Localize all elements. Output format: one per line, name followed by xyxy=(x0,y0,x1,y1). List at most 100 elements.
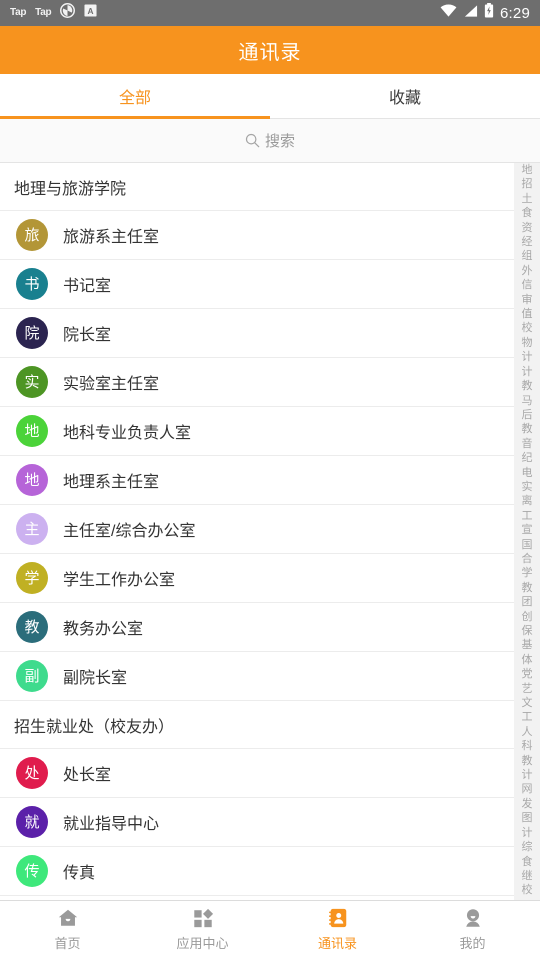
nav-item-home-label: 首页 xyxy=(54,936,81,951)
index-bar-letter[interactable]: 离 xyxy=(522,496,533,510)
index-bar-letter[interactable]: 综 xyxy=(522,841,533,856)
index-bar-letter[interactable]: 学 xyxy=(522,568,533,582)
index-bar-letter[interactable]: 创 xyxy=(522,611,533,626)
contact-row-label: 副院长室 xyxy=(63,670,128,687)
contact-row[interactable]: 学学生工作办公室 xyxy=(0,554,540,603)
nav-item-home[interactable]: 首页 xyxy=(0,901,135,958)
avatar: 实 xyxy=(16,366,48,398)
index-bar-letter[interactable]: 宣 xyxy=(522,524,533,539)
index-bar-letter[interactable]: 计 xyxy=(522,769,533,784)
contact-row[interactable]: 书书记室 xyxy=(0,260,540,309)
contact-row[interactable]: 地地理系主任室 xyxy=(0,456,540,505)
section-header: 招生就业处（校友办） xyxy=(0,701,540,749)
home-icon xyxy=(57,907,79,929)
index-bar-letter[interactable]: 纪 xyxy=(522,452,533,467)
search-icon xyxy=(245,133,260,148)
tab-bar: 全部 收藏 xyxy=(0,74,540,119)
status-bar-right: 6:29 xyxy=(440,3,530,23)
index-bar-letter[interactable]: 校 xyxy=(522,885,533,899)
grid-apps-icon xyxy=(192,907,214,929)
index-bar-letter[interactable]: 党 xyxy=(522,669,533,683)
tap-badge-2: Tap xyxy=(35,7,52,18)
contact-row-label: 地科专业负责人室 xyxy=(63,425,192,442)
app-root: Tap Tap A 6:29 通讯录 全部 收藏 搜索 地理与旅游学院 旅 旅游… xyxy=(0,0,540,958)
contacts-icon xyxy=(327,907,349,929)
index-bar-letter[interactable]: 艺 xyxy=(522,683,533,698)
index-bar-letter[interactable]: 食 xyxy=(522,856,533,871)
index-bar-letter[interactable]: 计 xyxy=(522,827,533,842)
tab-all[interactable]: 全部 xyxy=(0,74,270,119)
svg-text:A: A xyxy=(88,6,94,16)
index-bar-letter[interactable]: 网 xyxy=(522,784,533,798)
contact-list: 地理与旅游学院旅旅游系主任室书书记室院院长室实实验室主任室地地科专业负责人室地地… xyxy=(0,163,540,900)
index-bar-letter[interactable]: 招 xyxy=(522,179,533,193)
contact-row[interactable]: 就就业指导中心 xyxy=(0,798,540,847)
search-bar[interactable]: 搜索 xyxy=(0,119,540,163)
index-bar-letter[interactable]: 电 xyxy=(522,467,533,482)
index-bar-letter[interactable]: 马 xyxy=(522,395,533,410)
avatar: 地 xyxy=(16,464,48,496)
index-bar-letter[interactable]: 基 xyxy=(522,640,533,654)
index-bar-letter[interactable]: 教 xyxy=(522,380,533,395)
contact-row[interactable]: 传传真 xyxy=(0,847,540,896)
bottom-nav-bar: 首页 应用中心 通讯录 我的 xyxy=(0,900,540,958)
alphabet-index-bar[interactable]: 地招土食资经组外信审值校物计计教马后教音纪电实离工宣国合学教团创保基体党艺文工人… xyxy=(514,163,540,900)
index-bar-letter[interactable]: 校 xyxy=(522,323,533,337)
nav-item-app-center[interactable]: 应用中心 xyxy=(135,901,270,958)
wifi-icon xyxy=(440,4,457,23)
tap-badge-1: Tap xyxy=(10,7,27,18)
avatar: 就 xyxy=(16,806,48,838)
shutter-icon xyxy=(60,3,76,23)
person-icon xyxy=(462,907,484,929)
contact-row[interactable]: 地地科专业负责人室 xyxy=(0,407,540,456)
avatar: 副 xyxy=(16,660,48,692)
avatar: 主 xyxy=(16,513,48,545)
contact-row[interactable]: 主主任室/综合办公室 xyxy=(0,505,540,554)
contact-row[interactable]: 副副院长室 xyxy=(0,652,540,701)
avatar: 旅 xyxy=(16,219,48,251)
battery-icon xyxy=(484,3,494,23)
nav-item-mine[interactable]: 我的 xyxy=(405,901,540,958)
nav-item-contacts[interactable]: 通讯录 xyxy=(270,901,405,958)
index-bar-letter[interactable]: 计 xyxy=(522,352,533,366)
index-bar-letter[interactable]: 文 xyxy=(522,697,533,712)
index-bar-letter[interactable]: 团 xyxy=(522,597,533,611)
contact-row[interactable]: 实实验室主任室 xyxy=(0,358,540,407)
contact-row-label: 地理系主任室 xyxy=(63,474,160,491)
contact-row-label: 教务办公室 xyxy=(63,621,144,638)
index-bar-letter[interactable]: 计 xyxy=(522,366,533,381)
contact-row-label: 实验室主任室 xyxy=(63,376,160,393)
contact-row[interactable]: 院院长室 xyxy=(0,309,540,358)
section-header-label: 招生就业处（校友办） xyxy=(14,718,175,736)
contact-row-label: 书记室 xyxy=(63,278,112,295)
section-header-label: 地理与旅游学院 xyxy=(14,180,127,198)
index-bar-letter[interactable]: 音 xyxy=(522,438,533,453)
index-bar-letter[interactable]: 国 xyxy=(522,539,533,554)
title-bar: 通讯录 xyxy=(0,26,540,74)
page-title: 通讯录 xyxy=(238,41,302,64)
index-bar-letter[interactable]: 资 xyxy=(522,222,533,237)
index-bar-letter[interactable]: 信 xyxy=(522,280,533,294)
nav-item-mine-label: 我的 xyxy=(459,936,486,951)
index-bar-letter[interactable]: 图 xyxy=(522,813,533,827)
search-input[interactable]: 搜索 xyxy=(265,130,295,151)
nav-item-contacts-label: 通讯录 xyxy=(317,936,357,951)
contact-row[interactable]: 教教务办公室 xyxy=(0,603,540,652)
avatar: 处 xyxy=(16,757,48,789)
tab-favorites[interactable]: 收藏 xyxy=(270,74,540,118)
a-app-icon: A xyxy=(84,4,97,22)
index-bar-letter[interactable]: 审 xyxy=(522,294,533,309)
contact-row[interactable]: 处处长室 xyxy=(0,749,540,798)
index-bar-letter[interactable]: 工 xyxy=(522,712,533,726)
status-bar: Tap Tap A 6:29 xyxy=(0,0,540,26)
contact-row-label: 就业指导中心 xyxy=(63,816,160,833)
avatar: 地 xyxy=(16,415,48,447)
index-bar-letter[interactable]: 科 xyxy=(522,741,533,755)
contact-row[interactable]: 旅旅游系主任室 xyxy=(0,211,540,260)
index-bar-letter[interactable]: 食 xyxy=(522,208,533,222)
index-bar-letter[interactable]: 组 xyxy=(522,251,533,265)
index-bar-letter[interactable]: 教 xyxy=(522,424,533,438)
index-bar-letter[interactable]: 教 xyxy=(522,755,533,770)
index-bar-letter[interactable]: 工 xyxy=(522,510,533,525)
avatar: 书 xyxy=(16,268,48,300)
